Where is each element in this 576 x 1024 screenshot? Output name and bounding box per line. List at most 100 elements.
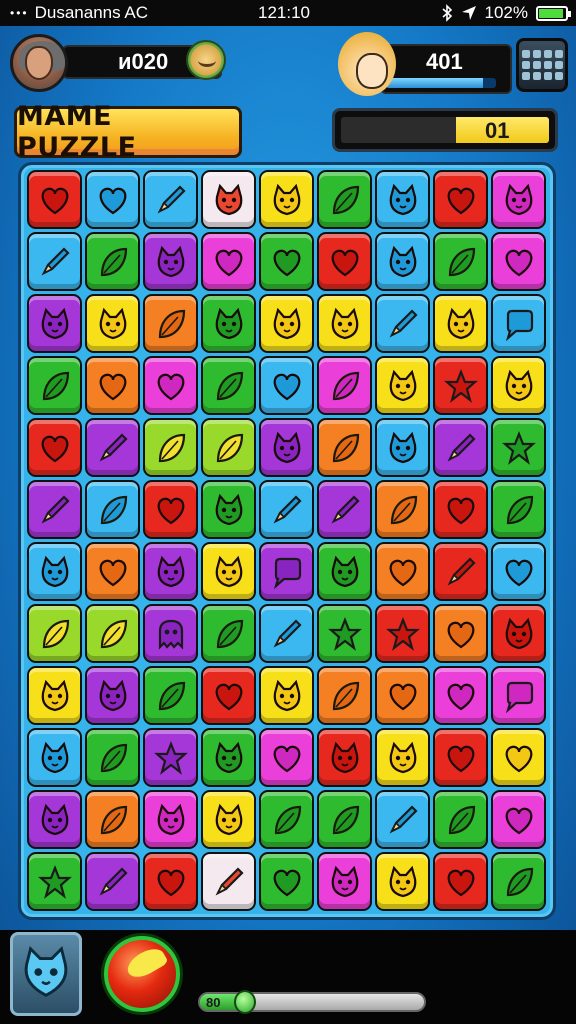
tile-red-heart[interactable] <box>143 852 198 911</box>
tile-blue-pencil[interactable] <box>143 170 198 229</box>
tile-red-pencil[interactable] <box>433 542 488 601</box>
tile-green-leaf[interactable] <box>85 232 140 291</box>
tile-blue-heart[interactable] <box>259 356 314 415</box>
tile-purple-speech[interactable] <box>259 542 314 601</box>
tile-green-cat[interactable] <box>201 480 256 539</box>
tile-yellow-cat[interactable] <box>259 170 314 229</box>
tile-purple-star[interactable] <box>143 728 198 787</box>
tile-orange-heart[interactable] <box>85 542 140 601</box>
tile-pink-heart[interactable] <box>259 728 314 787</box>
tile-yellow-cat[interactable] <box>259 666 314 725</box>
tile-green-leaf[interactable] <box>201 356 256 415</box>
tile-blue-pencil[interactable] <box>259 480 314 539</box>
tile-green-leaf[interactable] <box>433 232 488 291</box>
tile-red-heart[interactable] <box>433 728 488 787</box>
tile-yellow-cat[interactable] <box>259 294 314 353</box>
tile-red-heart[interactable] <box>433 480 488 539</box>
tile-green-cat[interactable] <box>201 728 256 787</box>
tile-blue-pencil[interactable] <box>375 294 430 353</box>
tile-blue-pencil[interactable] <box>27 232 82 291</box>
tile-red-heart[interactable] <box>433 852 488 911</box>
tile-green-cat[interactable] <box>201 294 256 353</box>
tile-yellow-cat[interactable] <box>375 852 430 911</box>
tile-yellow-cat[interactable] <box>317 294 372 353</box>
tile-pink-heart[interactable] <box>491 232 546 291</box>
tile-pink-speech[interactable] <box>491 666 546 725</box>
tile-green-leaf[interactable] <box>433 790 488 849</box>
tile-yellow-cat[interactable] <box>375 356 430 415</box>
tile-green-cat[interactable] <box>317 542 372 601</box>
tile-blue-cat[interactable] <box>27 542 82 601</box>
tile-red-heart[interactable] <box>27 170 82 229</box>
tile-blue-cat[interactable] <box>375 232 430 291</box>
tile-blue-cat[interactable] <box>375 170 430 229</box>
tile-pink-heart[interactable] <box>201 232 256 291</box>
tile-green-leaf[interactable] <box>317 170 372 229</box>
tile-blue-heart[interactable] <box>491 542 546 601</box>
tile-green-leaf[interactable] <box>27 356 82 415</box>
tile-orange-heart[interactable] <box>375 542 430 601</box>
power-orb-button[interactable] <box>104 936 180 1012</box>
slider-knob[interactable] <box>233 990 256 1014</box>
tile-lime-leaf[interactable] <box>201 418 256 477</box>
tile-lime-leaf[interactable] <box>27 604 82 663</box>
tile-blue-leaf[interactable] <box>85 480 140 539</box>
tile-pink-heart[interactable] <box>143 356 198 415</box>
friend-avatar[interactable] <box>186 40 226 80</box>
tile-pink-heart[interactable] <box>433 666 488 725</box>
tile-green-leaf[interactable] <box>201 604 256 663</box>
tile-blue-cat[interactable] <box>27 728 82 787</box>
power-slider[interactable]: 80 <box>198 990 426 1014</box>
tile-orange-leaf[interactable] <box>317 666 372 725</box>
tile-red-cat[interactable] <box>317 728 372 787</box>
tile-pink-leaf[interactable] <box>317 356 372 415</box>
tile-green-star[interactable] <box>27 852 82 911</box>
tile-purple-ghost[interactable] <box>143 604 198 663</box>
tile-orange-leaf[interactable] <box>85 790 140 849</box>
cat-booster-button[interactable] <box>10 932 82 1016</box>
tile-green-star[interactable] <box>491 418 546 477</box>
tile-green-leaf[interactable] <box>143 666 198 725</box>
tile-yellow-cat[interactable] <box>85 294 140 353</box>
tile-purple-pencil[interactable] <box>27 480 82 539</box>
tile-red-heart[interactable] <box>201 666 256 725</box>
tile-purple-cat[interactable] <box>143 542 198 601</box>
tile-pink-cat[interactable] <box>317 852 372 911</box>
tile-purple-pencil[interactable] <box>317 480 372 539</box>
tile-purple-cat[interactable] <box>27 790 82 849</box>
tile-white-pencil[interactable] <box>201 852 256 911</box>
tile-purple-cat[interactable] <box>27 294 82 353</box>
player-avatar[interactable] <box>10 34 68 92</box>
tile-blue-pencil[interactable] <box>259 604 314 663</box>
tile-red-heart[interactable] <box>317 232 372 291</box>
tile-blue-speech[interactable] <box>491 294 546 353</box>
tile-yellow-cat[interactable] <box>201 542 256 601</box>
tile-orange-heart[interactable] <box>85 356 140 415</box>
tile-purple-cat[interactable] <box>85 666 140 725</box>
tile-orange-heart[interactable] <box>375 666 430 725</box>
tile-purple-cat[interactable] <box>259 418 314 477</box>
tile-blue-pencil[interactable] <box>375 790 430 849</box>
tile-white-cat[interactable] <box>201 170 256 229</box>
tile-pink-cat[interactable] <box>491 170 546 229</box>
opponent-avatar[interactable] <box>338 32 396 96</box>
tile-pink-heart[interactable] <box>491 790 546 849</box>
tile-orange-heart[interactable] <box>433 604 488 663</box>
tile-yellow-heart[interactable] <box>491 728 546 787</box>
tile-red-heart[interactable] <box>433 170 488 229</box>
tile-green-heart[interactable] <box>259 852 314 911</box>
tile-green-leaf[interactable] <box>317 790 372 849</box>
tile-red-cat[interactable] <box>491 604 546 663</box>
tile-purple-pencil[interactable] <box>85 418 140 477</box>
tile-blue-cat[interactable] <box>375 418 430 477</box>
tile-red-star[interactable] <box>433 356 488 415</box>
menu-button[interactable] <box>516 38 568 92</box>
tile-green-heart[interactable] <box>259 232 314 291</box>
tile-orange-leaf[interactable] <box>375 480 430 539</box>
tile-green-leaf[interactable] <box>491 852 546 911</box>
tile-green-leaf[interactable] <box>491 480 546 539</box>
tile-lime-leaf[interactable] <box>85 604 140 663</box>
tile-red-heart[interactable] <box>27 418 82 477</box>
tile-pink-cat[interactable] <box>143 790 198 849</box>
tile-purple-pencil[interactable] <box>85 852 140 911</box>
